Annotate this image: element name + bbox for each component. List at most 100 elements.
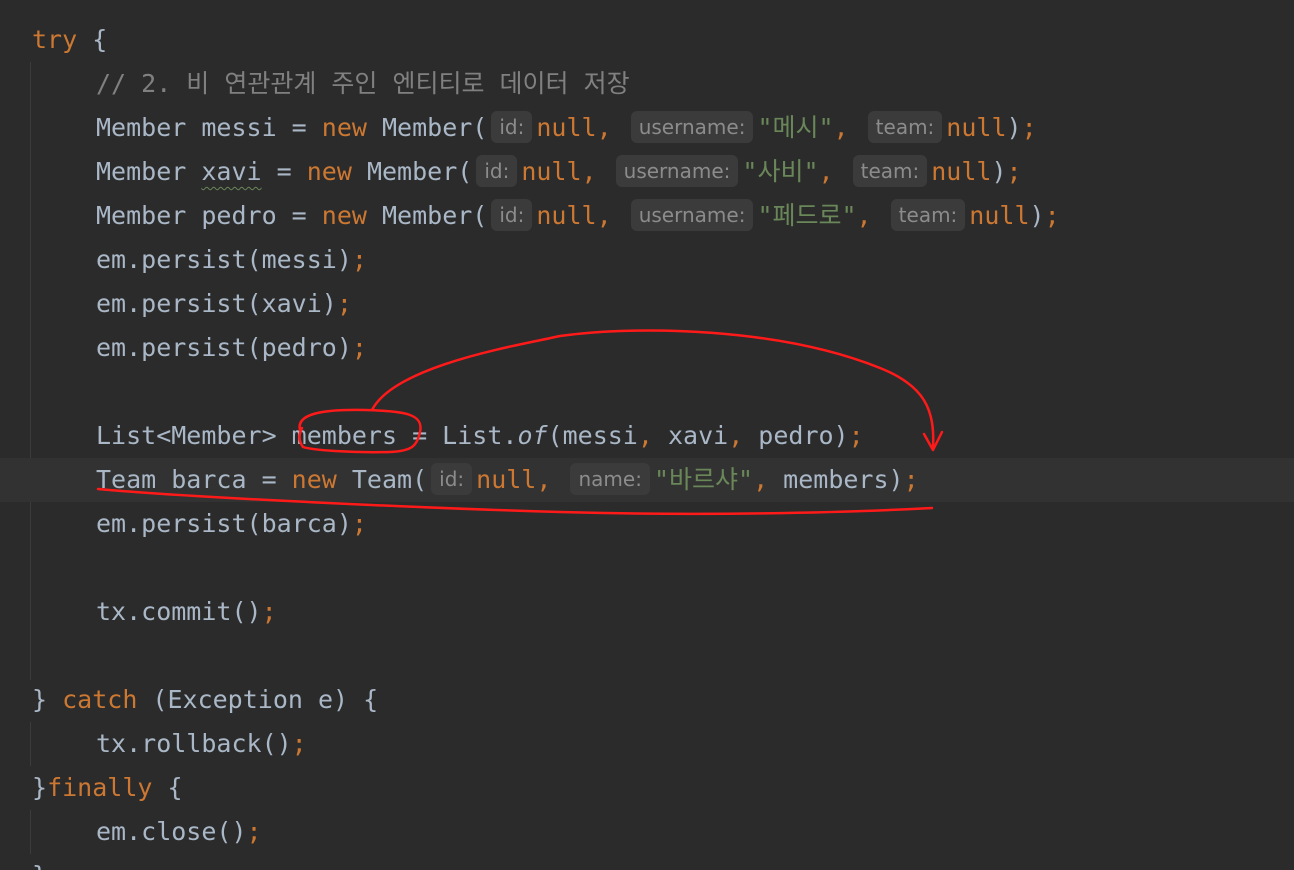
code-line[interactable]: try { [0, 18, 1294, 62]
keyword: new [321, 113, 367, 142]
punctuation: , [833, 113, 849, 142]
parameter-hint: name: [570, 463, 650, 495]
punctuation: , [637, 421, 653, 450]
code-text: messi = [186, 113, 322, 142]
punctuation: , [856, 201, 872, 230]
code-text: em.persist(xavi) [96, 289, 337, 318]
string-literal: "페드로" [757, 201, 857, 230]
punctuation: , [581, 157, 597, 186]
string-literal: "사비" [742, 157, 819, 186]
punctuation: ; [1006, 157, 1022, 186]
keyword: null [536, 113, 597, 142]
punctuation: ; [1044, 201, 1060, 230]
code-line[interactable]: em.persist(messi); [0, 238, 1294, 282]
parameter-hint: id: [476, 155, 518, 187]
punctuation: , [753, 465, 769, 494]
code-line[interactable]: Member pedro = new Member(id: null, usern… [0, 194, 1294, 238]
code-text: Member [96, 113, 187, 142]
keyword: new [291, 465, 337, 494]
punctuation: , [596, 201, 612, 230]
keyword: null [946, 113, 1007, 142]
keyword: new [321, 201, 367, 230]
code-line[interactable]: } [0, 854, 1294, 870]
code-text: Member [96, 157, 202, 186]
parameter-hint: team: [852, 155, 928, 187]
code-text: em.persist(barca) [96, 509, 352, 538]
code-text: Member [96, 201, 187, 230]
code-text: (Exception e) { [137, 685, 379, 714]
code-line[interactable]: List<Member> members = List.of(messi, xa… [0, 414, 1294, 458]
code-line[interactable]: em.persist(barca); [0, 502, 1294, 546]
code-line[interactable]: }finally { [0, 766, 1294, 810]
keyword: null [536, 201, 597, 230]
punctuation: ; [1021, 113, 1037, 142]
variable-warning[interactable]: xavi [201, 157, 261, 186]
code-text: xavi [652, 421, 729, 450]
punctuation: , [596, 113, 612, 142]
code-text: em.close() [96, 817, 247, 846]
string-literal: "바르샤" [653, 465, 754, 494]
punctuation: ; [291, 729, 307, 758]
code-text: em.persist(messi) [96, 245, 352, 274]
code-line[interactable]: tx.commit(); [0, 590, 1294, 634]
current-code-line[interactable]: Team barca = new Team(id: null, name: "바르샤… [0, 458, 1294, 502]
code-text: Member( [366, 201, 488, 230]
punctuation: ; [351, 245, 367, 274]
keyword: null [931, 157, 992, 186]
code-text: (messi [547, 421, 638, 450]
code-text: members) [768, 465, 904, 494]
parameter-hint: team: [890, 199, 966, 231]
punctuation: ; [848, 421, 864, 450]
parameter-hint: username: [630, 199, 754, 231]
punctuation: ; [246, 817, 262, 846]
code-text: tx.rollback() [96, 729, 292, 758]
punctuation: ; [261, 597, 277, 626]
keyword: catch [62, 685, 138, 714]
punctuation: ; [903, 465, 919, 494]
keyword: finally [47, 773, 153, 802]
punctuation: , [728, 421, 744, 450]
keyword: new [306, 157, 352, 186]
parameter-hint: team: [867, 111, 943, 143]
code-line[interactable]: em.persist(pedro); [0, 326, 1294, 370]
code-text: pedro = [186, 201, 322, 230]
code-text: { [152, 773, 183, 802]
code-text: { [77, 25, 108, 54]
static-method: of [517, 421, 548, 450]
code-text: pedro) [743, 421, 849, 450]
string-literal: "메시" [757, 113, 834, 142]
parameter-hint: id: [431, 463, 473, 495]
code-text: List<Member> members = List. [96, 421, 518, 450]
code-line[interactable]: Member messi = new Member(id: null, usern… [0, 106, 1294, 150]
punctuation: ; [351, 509, 367, 538]
code-text: ) [991, 157, 1007, 186]
code-text: } [32, 854, 47, 870]
code-text: } [32, 773, 48, 802]
code-text: Member( [351, 157, 473, 186]
code-text: } [32, 685, 63, 714]
keyword: null [476, 465, 537, 494]
punctuation: , [818, 157, 834, 186]
parameter-hint: username: [630, 111, 754, 143]
keyword: null [969, 201, 1030, 230]
code-editor[interactable]: try { // 2. 비 연관관계 주인 엔티티로 데이터 저장 Member… [0, 0, 1294, 870]
code-line[interactable]: Member xavi = new Member(id: null, userna… [0, 150, 1294, 194]
punctuation: ; [351, 333, 367, 362]
code-text: = [261, 157, 307, 186]
parameter-hint: id: [491, 111, 533, 143]
punctuation: , [536, 465, 552, 494]
code-text: em.persist(pedro) [96, 333, 352, 362]
code-line[interactable]: tx.rollback(); [0, 722, 1294, 766]
keyword: null [521, 157, 582, 186]
keyword: try [32, 25, 78, 54]
parameter-hint: id: [491, 199, 533, 231]
code-line[interactable]: em.close(); [0, 810, 1294, 854]
code-text: Member( [366, 113, 488, 142]
code-text: ) [1006, 113, 1022, 142]
code-line[interactable]: // 2. 비 연관관계 주인 엔티티로 데이터 저장 [0, 62, 1294, 106]
punctuation: ; [336, 289, 352, 318]
code-text: tx.commit() [96, 597, 262, 626]
code-line[interactable]: } catch (Exception e) { [0, 678, 1294, 722]
comment: // 2. 비 연관관계 주인 엔티티로 데이터 저장 [96, 69, 630, 98]
code-line[interactable]: em.persist(xavi); [0, 282, 1294, 326]
